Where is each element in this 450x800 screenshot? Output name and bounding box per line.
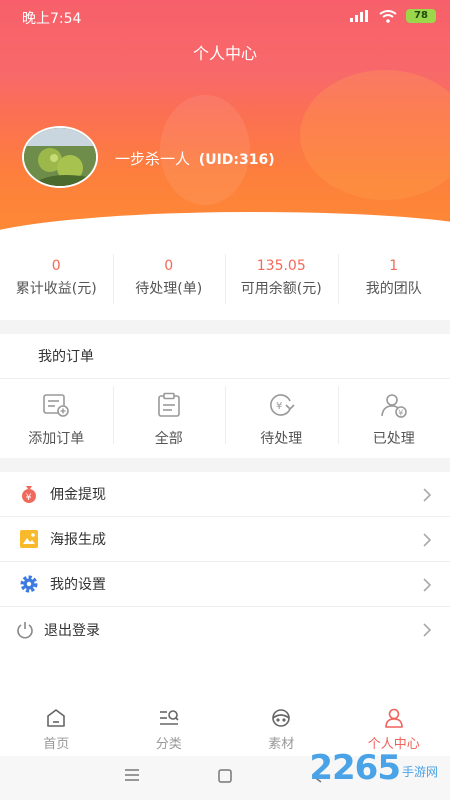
chevron-right-icon (423, 488, 432, 502)
stats-row: 0 累计收益(元) 0 待处理(单) 135.05 可用余额(元) 1 我的团队 (0, 250, 450, 310)
order-all[interactable]: 全部 (112, 380, 226, 450)
menu-poster-generate[interactable]: 海报生成 (0, 517, 450, 562)
stat-label: 待处理(单) (135, 281, 203, 297)
status-time: 晚上7:54 (22, 11, 82, 27)
watermark-logo: 2265 手游网 (309, 748, 438, 788)
chevron-right-icon (423, 533, 432, 547)
menu-label: 佣金提现 (50, 487, 106, 503)
order-add[interactable]: 添加订单 (0, 380, 113, 450)
add-order-icon (43, 394, 70, 417)
username: 一步杀一人 (115, 150, 191, 168)
menu-my-settings[interactable]: 我的设置 (0, 562, 450, 607)
svg-text:¥: ¥ (398, 409, 403, 418)
section-divider (0, 458, 450, 472)
money-bag-icon: ¥ (18, 483, 40, 505)
stat-value: 0 (51, 258, 61, 274)
material-icon (272, 709, 291, 727)
orders-row: 添加订单 全部 ¥ 待处理 ¥ 已处理 (0, 380, 450, 450)
stat-balance[interactable]: 135.05 可用余额(元) (225, 250, 338, 310)
order-processed[interactable]: ¥ 已处理 (337, 380, 450, 450)
poster-icon (18, 528, 40, 550)
power-icon (14, 619, 36, 641)
chevron-right-icon (423, 578, 432, 592)
order-label: 待处理 (260, 431, 303, 447)
watermark-number: 2265 (309, 748, 401, 788)
person-icon (384, 708, 403, 728)
decor-blob (300, 70, 450, 200)
menu-icon[interactable] (124, 768, 140, 782)
stat-pending[interactable]: 0 待处理(单) (112, 250, 226, 310)
section-divider (0, 320, 450, 334)
svg-text:¥: ¥ (276, 401, 282, 412)
gear-icon (18, 573, 40, 595)
order-label: 添加订单 (28, 431, 85, 447)
divider (0, 378, 450, 379)
stat-value: 0 (164, 258, 174, 274)
tab-label: 首页 (43, 737, 70, 752)
order-label: 已处理 (372, 431, 415, 447)
menu-label: 退出登录 (44, 622, 100, 639)
orders-title: 我的订单 (38, 349, 94, 365)
signal-icon (350, 10, 368, 22)
stat-label: 可用余额(元) (240, 281, 322, 297)
stat-team[interactable]: 1 我的团队 (337, 250, 450, 310)
clipboard-icon (157, 392, 180, 417)
svg-text:¥: ¥ (26, 493, 32, 503)
home-button-icon[interactable] (217, 768, 233, 784)
avatar[interactable] (22, 126, 98, 188)
header-wave (0, 212, 450, 240)
menu-logout[interactable]: 退出登录 (0, 607, 450, 652)
order-label: 全部 (154, 431, 183, 447)
stat-label: 累计收益(元) (15, 281, 97, 297)
home-icon (47, 709, 66, 727)
status-bar: 晚上7:54 78 (0, 0, 450, 34)
menu-label: 海报生成 (50, 532, 106, 548)
page-title: 个人中心 (192, 44, 257, 63)
stat-value: 135.05 (256, 258, 306, 274)
stat-label: 我的团队 (365, 281, 422, 297)
user-uid: (UID:316) (198, 152, 275, 168)
order-pending[interactable]: ¥ 待处理 (225, 380, 338, 450)
stat-total-earnings[interactable]: 0 累计收益(元) (0, 250, 113, 310)
menu-label: 我的设置 (50, 577, 106, 593)
settings-menu: ¥ 佣金提现 海报生成 我的设置 退出登录 (0, 472, 450, 652)
yen-refresh-icon: ¥ (270, 394, 295, 416)
tab-label: 分类 (155, 737, 182, 752)
category-search-icon (159, 710, 179, 725)
watermark-text: 手游网 (401, 765, 438, 779)
menu-withdraw-commission[interactable]: ¥ 佣金提现 (0, 472, 450, 517)
battery-icon: 78 (406, 9, 436, 23)
user-yen-icon: ¥ (380, 394, 407, 418)
wifi-icon (379, 9, 397, 23)
tab-category[interactable]: 分类 (113, 700, 226, 756)
tab-home[interactable]: 首页 (0, 700, 113, 756)
chevron-right-icon (423, 623, 432, 637)
stat-value: 1 (389, 258, 399, 274)
